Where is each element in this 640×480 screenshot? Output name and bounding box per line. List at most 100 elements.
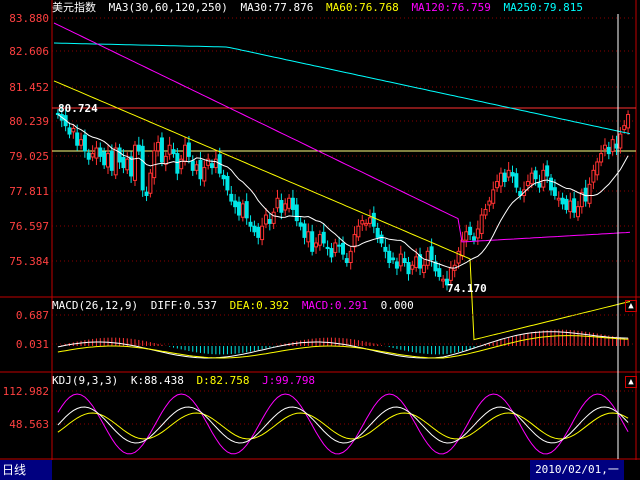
candle-body [441,278,446,282]
candle-body [348,250,353,263]
y-tick-label: 81.452 [9,81,49,94]
ma60-value: MA60:76.768 [325,1,399,14]
candle-body [572,198,577,213]
candle-body [159,137,164,163]
candle-body [294,204,299,222]
candle-body [410,264,415,270]
candle-body [144,191,149,196]
macd-y-tick-label: 0.687 [16,309,49,322]
candle-body [560,197,565,205]
candle-body [402,258,407,263]
candle-body [82,134,87,152]
period-tab-daily[interactable]: 日线 [0,460,52,480]
kdj-d-line [57,412,629,440]
candle-body [487,200,492,206]
candle-body [71,127,76,133]
high-price-label: 80.724 [58,102,98,115]
candle-body [575,206,580,218]
candle-body [267,218,272,224]
candle-body [136,144,141,152]
candle-body [379,234,384,244]
candle-body [240,203,245,218]
candle-body [483,208,488,216]
candle-body [479,214,484,234]
candle-body [364,222,369,226]
macd-panel-up-button[interactable]: ▲ [625,300,637,312]
candle-body [156,141,161,152]
candle-body [414,256,419,269]
candle-body [279,200,284,213]
candle-body [398,253,403,267]
candle-body [610,139,615,152]
candle-body [626,114,631,129]
candle-body [549,177,554,191]
kdj-panel-up-button[interactable]: ▲ [625,376,637,388]
candle-body [148,172,153,194]
candle-body [129,156,134,177]
candle-body [79,139,84,146]
candle-body [121,157,126,169]
candle-body [437,268,442,277]
macd-macd: MACD:0.291 [301,299,369,312]
candle-body [367,217,372,224]
candle-body [533,170,538,180]
candle-body [132,144,137,181]
candle-body [344,258,349,263]
candle-body [302,223,307,238]
chart-canvas: 83.880 82.606 81.452 80.239 79.025 77.811 76.5… [0,0,640,476]
candle-body [325,246,330,250]
macd-dea: DEA:0.392 [229,299,290,312]
candle-body [310,231,315,252]
candle-body [271,211,276,224]
candle-body [429,246,434,261]
candle-body [190,160,195,171]
y-tick-label: 76.597 [9,220,49,233]
candle-body [94,147,99,159]
macd-diff: DIFF:0.537 [150,299,217,312]
candle-body [541,169,546,188]
candle-body [106,153,111,168]
candle-body [514,173,519,188]
candle-body [591,169,596,183]
low-price-label: 74.170 [447,282,487,295]
candle-body [602,144,607,150]
candle-body [491,189,496,204]
candle-body [375,227,380,238]
candle-body [213,158,218,169]
candle-body [298,222,303,227]
candle-body [460,239,465,257]
ma120-value: MA120:76.759 [411,1,491,14]
kdj-y-tick-label: 48.563 [9,418,49,431]
candle-body [564,198,569,210]
candle-body [595,161,600,176]
kdj-d: D:82.758 [196,374,250,387]
ma250-line [53,42,631,135]
y-tick-label: 80.239 [9,115,49,128]
candle-body [498,172,503,187]
candle-body [225,175,230,191]
y-tick-label: 77.811 [9,185,49,198]
macd-legend: MACD(26,12,9) DIFF:0.537 DEA:0.392 MACD:… [52,299,420,313]
kdj-k: K:88.438 [130,374,184,387]
candle-body [341,243,345,255]
candle-body [186,142,191,157]
kdj-j-line [57,393,629,455]
candle-body [556,197,561,201]
candle-body [179,158,184,170]
candle-body [86,152,91,160]
candle-body [568,200,573,213]
y-tick-label: 79.025 [9,150,49,163]
candle-body [67,127,72,135]
candle-body [248,221,253,227]
candle-body [471,236,476,241]
candle-body [506,169,511,178]
candle-body [356,225,361,238]
candle-body [622,125,627,131]
candle-body [194,164,199,171]
candle-body [352,234,357,248]
candle-body [475,228,480,239]
chart-window: 83.880 82.606 81.452 80.239 79.025 77.811 76.5… [0,0,640,480]
candle-body [283,203,288,211]
candle-body [425,250,430,266]
candle-body [90,153,95,158]
